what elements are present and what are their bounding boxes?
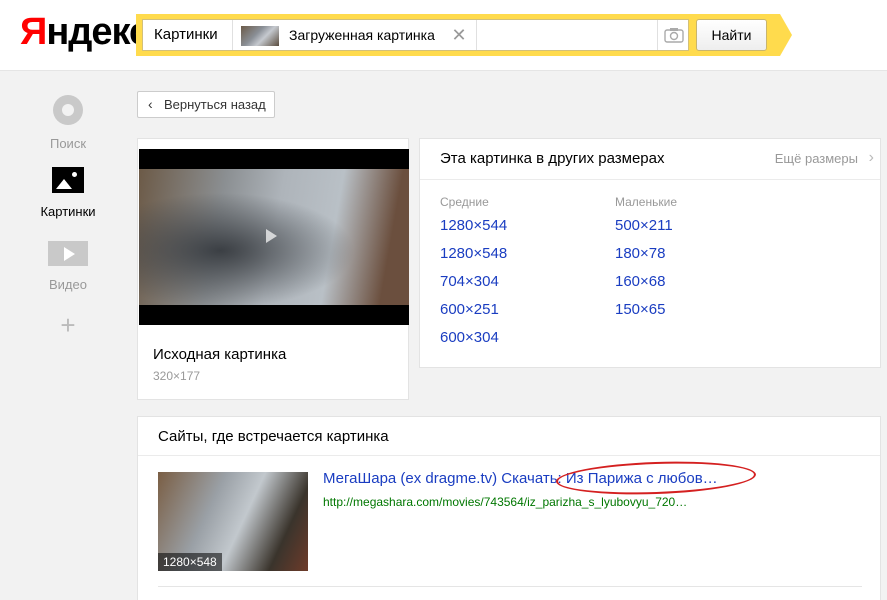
- back-button-label: Вернуться назад: [164, 97, 266, 112]
- camera-icon[interactable]: [664, 27, 684, 43]
- sites-title: Сайты, где встречается картинка: [158, 428, 389, 445]
- size-link[interactable]: 160×68: [615, 268, 677, 296]
- original-image: [139, 169, 409, 305]
- medium-sizes-column: Средние 1280×544 1280×548 704×304 600×25…: [440, 192, 507, 352]
- chevron-right-icon: ›: [868, 149, 874, 166]
- size-badge: 1280×548: [158, 553, 222, 571]
- search-bar-arrow: [780, 14, 792, 56]
- more-sizes-link[interactable]: Ещё размеры ›: [774, 149, 874, 166]
- site-result-url[interactable]: http://megashara.com/movies/743564/iz_pa…: [323, 495, 687, 509]
- size-link[interactable]: 600×251: [440, 296, 507, 324]
- size-link[interactable]: 704×304: [440, 268, 507, 296]
- search-field[interactable]: Картинки Загруженная картинка ✕: [142, 19, 689, 51]
- original-image-card: Исходная картинка 320×177: [137, 138, 409, 400]
- yandex-logo[interactable]: Яндекс: [20, 10, 150, 54]
- site-result-thumbnail[interactable]: 1280×548: [158, 472, 308, 571]
- uploaded-image-label: Загруженная картинка: [289, 27, 435, 43]
- small-sizes-column: Маленькие 500×211 180×78 160×68 150×65: [615, 192, 677, 324]
- column-header: Маленькие: [615, 195, 677, 209]
- video-icon: [48, 241, 88, 266]
- play-icon: [266, 229, 277, 243]
- nav-item-search[interactable]: Поиск: [28, 95, 108, 151]
- divider: [476, 20, 477, 50]
- column-header: Средние: [440, 195, 489, 209]
- uploaded-image-thumbnail: [241, 26, 279, 46]
- search-circle-icon: [53, 95, 83, 125]
- other-sizes-title: Эта картинка в других размерах: [440, 150, 665, 167]
- original-image-frame[interactable]: [139, 149, 409, 325]
- nav-label: Картинки: [40, 204, 96, 219]
- find-button[interactable]: Найти: [696, 19, 767, 51]
- nav-label: Видео: [49, 277, 87, 292]
- original-image-size: 320×177: [153, 369, 201, 383]
- picture-icon: [52, 167, 84, 193]
- size-link[interactable]: 1280×544: [440, 212, 507, 240]
- red-annotation-ellipse: [555, 458, 757, 498]
- back-button[interactable]: ‹ Вернуться назад: [137, 91, 275, 118]
- divider: [158, 586, 862, 587]
- nav-item-images[interactable]: Картинки: [28, 167, 108, 219]
- more-sizes-label: Ещё размеры: [774, 151, 858, 166]
- other-sizes-card: Эта картинка в других размерах Ещё разме…: [419, 138, 881, 368]
- size-link[interactable]: 500×211: [615, 212, 677, 240]
- sites-card: Сайты, где встречается картинка 1280×548…: [137, 416, 881, 600]
- chevron-left-icon: ‹: [148, 96, 153, 112]
- nav-label: Поиск: [49, 136, 87, 151]
- size-link[interactable]: 180×78: [615, 240, 677, 268]
- service-selector[interactable]: Картинки: [143, 20, 233, 50]
- size-link[interactable]: 1280×548: [440, 240, 507, 268]
- clear-icon[interactable]: ✕: [450, 26, 468, 44]
- divider: [657, 20, 658, 50]
- plus-icon[interactable]: +: [58, 312, 78, 338]
- divider: [138, 455, 880, 456]
- original-image-title: Исходная картинка: [153, 346, 287, 363]
- nav-item-video[interactable]: Видео: [28, 241, 108, 292]
- size-link[interactable]: 150×65: [615, 296, 677, 324]
- logo-rest: ндекс: [46, 11, 150, 53]
- size-link[interactable]: 600×304: [440, 324, 507, 352]
- divider: [420, 179, 880, 180]
- logo-first-letter: Я: [20, 11, 47, 53]
